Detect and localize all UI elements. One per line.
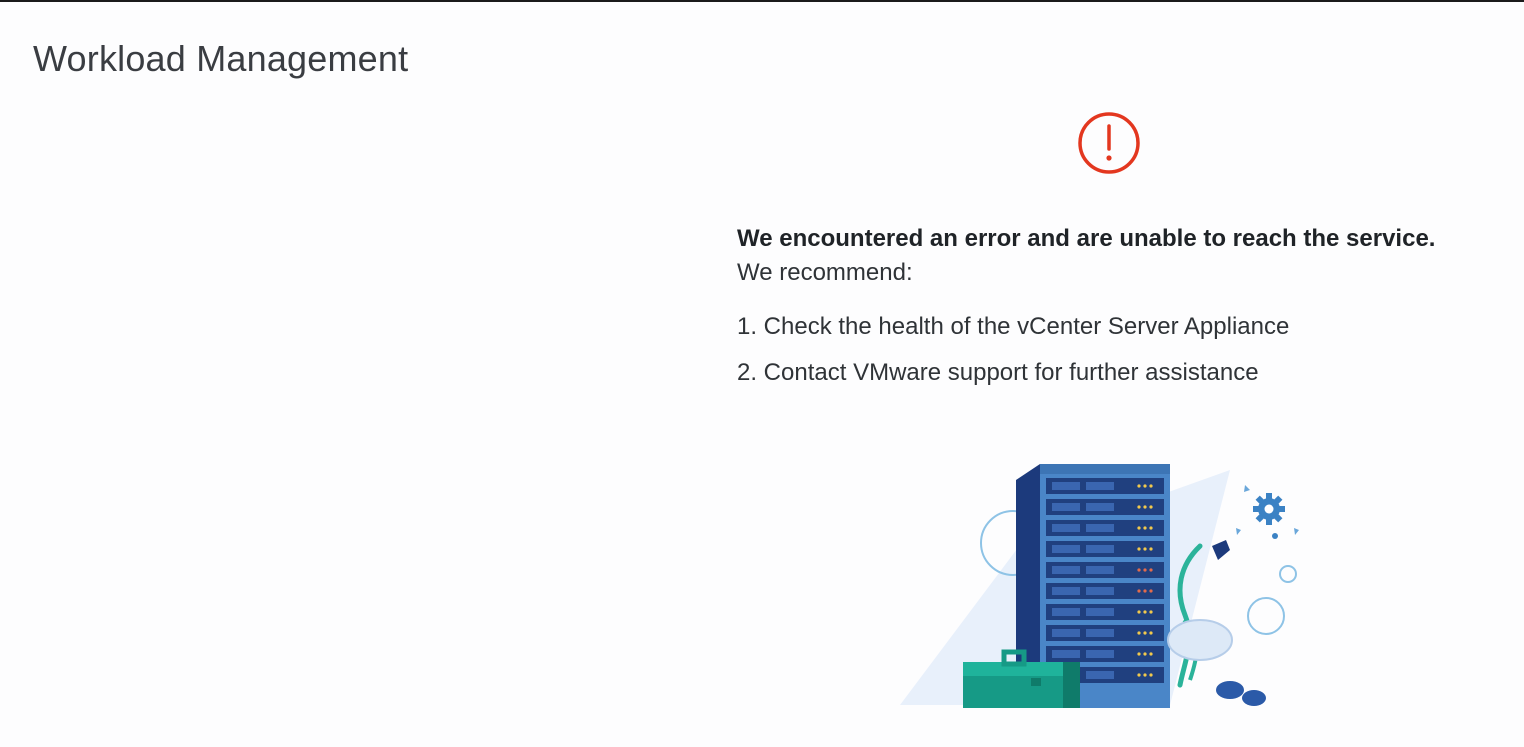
rack-led	[1143, 610, 1147, 614]
rack-led	[1137, 610, 1141, 614]
rack-led	[1143, 673, 1147, 677]
rack-led	[1137, 673, 1141, 677]
rack-slot	[1086, 482, 1114, 490]
rack-led	[1137, 589, 1141, 593]
rack-slot	[1086, 524, 1114, 532]
rack-led	[1149, 589, 1153, 593]
rack-led	[1137, 631, 1141, 635]
rack-slot	[1052, 524, 1080, 532]
rack-led	[1149, 610, 1153, 614]
error-heading: We encountered an error and are unable t…	[737, 225, 1436, 252]
rack-slot	[1086, 566, 1114, 574]
rack-led	[1143, 652, 1147, 656]
error-message: We encountered an error and are unable t…	[737, 222, 1517, 396]
rack-slot	[1086, 503, 1114, 511]
rack-slot	[1086, 608, 1114, 616]
recommend-label: We recommend:	[737, 259, 913, 286]
rack-slot	[1086, 671, 1114, 679]
rack-led	[1149, 505, 1153, 509]
rack-slot	[1086, 587, 1114, 595]
rack-slot	[1052, 482, 1080, 490]
rack-slot	[1052, 629, 1080, 637]
rack-led	[1149, 673, 1153, 677]
rack-slot	[1086, 629, 1114, 637]
page-title: Workload Management	[33, 38, 409, 79]
exclamation-circle-icon	[1077, 111, 1141, 175]
rack-slot	[1052, 608, 1080, 616]
server-rack-illustration	[900, 450, 1320, 720]
rack-led	[1137, 568, 1141, 572]
rack-slot	[1052, 545, 1080, 553]
rack-slot	[1052, 650, 1080, 658]
recommendation-list: 1. Check the health of the vCenter Serve…	[737, 304, 1517, 396]
rack-led	[1149, 547, 1153, 551]
rack-slot	[1052, 566, 1080, 574]
rack-led	[1137, 526, 1141, 530]
rack-led	[1143, 568, 1147, 572]
rack-led	[1149, 568, 1153, 572]
rack-led	[1149, 526, 1153, 530]
recommendation-step: 2. Contact VMware support for further as…	[737, 359, 1259, 386]
rack-led	[1143, 589, 1147, 593]
rack-slot	[1086, 545, 1114, 553]
rack-led	[1143, 547, 1147, 551]
rack-led	[1149, 484, 1153, 488]
rack-led	[1137, 484, 1141, 488]
window-top-border	[0, 0, 1524, 2]
rack-led	[1143, 526, 1147, 530]
rack-led	[1149, 652, 1153, 656]
rack-led	[1137, 505, 1141, 509]
recommendation-step: 1. Check the health of the vCenter Serve…	[737, 313, 1290, 340]
rack-led	[1143, 484, 1147, 488]
rack-led	[1137, 547, 1141, 551]
rack-led	[1143, 631, 1147, 635]
rack-slot	[1052, 503, 1080, 511]
rack-slot	[1052, 587, 1080, 595]
rack-led	[1137, 652, 1141, 656]
rack-slot	[1086, 650, 1114, 658]
rack-led	[1143, 505, 1147, 509]
rack-led	[1149, 631, 1153, 635]
